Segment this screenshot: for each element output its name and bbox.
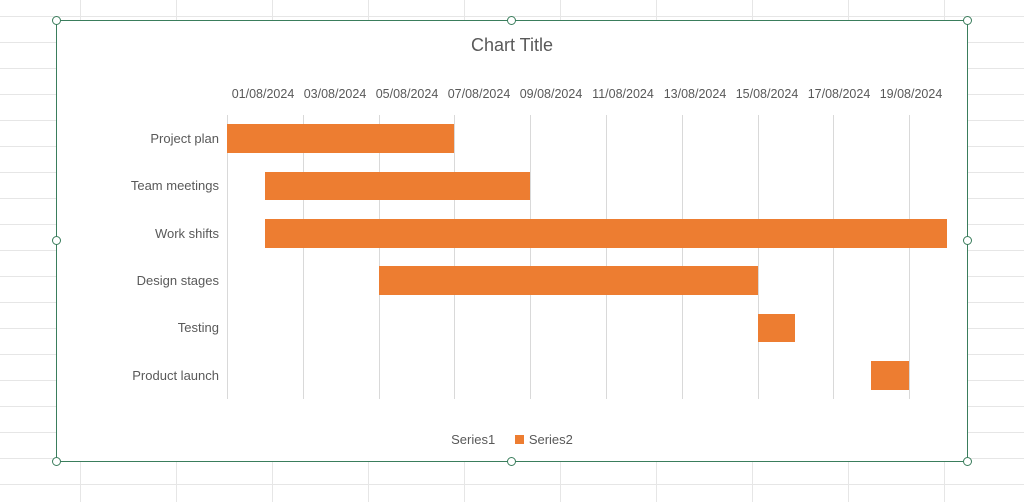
plot-area[interactable]: 01/08/202403/08/202405/08/202407/08/2024… — [227, 81, 947, 399]
gantt-bar[interactable] — [265, 172, 530, 200]
task-row — [227, 352, 947, 399]
gantt-bar[interactable] — [758, 314, 796, 342]
resize-handle-sw[interactable] — [52, 457, 61, 466]
bars-host — [227, 115, 947, 399]
y-category-label: Team meetings — [117, 162, 227, 209]
resize-handle-ne[interactable] — [963, 16, 972, 25]
gantt-bar[interactable] — [227, 124, 454, 152]
task-row — [227, 162, 947, 209]
x-tick-label: 17/08/2024 — [803, 81, 875, 115]
x-tick-label: 05/08/2024 — [371, 81, 443, 115]
x-axis-labels: 01/08/202403/08/202405/08/202407/08/2024… — [227, 81, 947, 115]
x-tick-label: 01/08/2024 — [227, 81, 299, 115]
x-tick-label: 11/08/2024 — [587, 81, 659, 115]
resize-handle-nw[interactable] — [52, 16, 61, 25]
x-tick-label: 13/08/2024 — [659, 81, 731, 115]
gantt-bar[interactable] — [379, 266, 758, 294]
chart-title[interactable]: Chart Title — [57, 21, 967, 73]
task-row — [227, 210, 947, 257]
resize-handle-w[interactable] — [52, 236, 61, 245]
y-category-label: Project plan — [117, 115, 227, 162]
resize-handle-se[interactable] — [963, 457, 972, 466]
legend-item-series2[interactable]: Series2 — [515, 432, 573, 447]
gantt-bar[interactable] — [265, 219, 947, 247]
x-tick-label: 03/08/2024 — [299, 81, 371, 115]
x-tick-label: 19/08/2024 — [875, 81, 947, 115]
resize-handle-n[interactable] — [507, 16, 516, 25]
y-axis-labels: Project planTeam meetingsWork shiftsDesi… — [117, 81, 227, 399]
plot-wrap: Project planTeam meetingsWork shiftsDesi… — [117, 81, 947, 399]
legend-swatch-series2 — [515, 435, 524, 444]
resize-handle-s[interactable] — [507, 457, 516, 466]
x-tick-label: 07/08/2024 — [443, 81, 515, 115]
y-category-label: Testing — [117, 304, 227, 351]
task-row — [227, 115, 947, 162]
task-row — [227, 304, 947, 351]
y-category-label: Design stages — [117, 257, 227, 304]
x-tick-label: 09/08/2024 — [515, 81, 587, 115]
bars-region — [227, 115, 947, 399]
x-tick-label: 15/08/2024 — [731, 81, 803, 115]
resize-handle-e[interactable] — [963, 236, 972, 245]
task-row — [227, 257, 947, 304]
legend-label-series1: Series1 — [451, 432, 495, 447]
y-category-label: Work shifts — [117, 210, 227, 257]
chart-object-frame[interactable]: Chart Title Project planTeam meetingsWor… — [56, 20, 968, 462]
y-category-label: Product launch — [117, 352, 227, 399]
legend-item-series1[interactable]: Series1 — [451, 432, 495, 447]
gantt-bar[interactable] — [871, 361, 909, 389]
chart-legend[interactable]: Series1 Series2 — [57, 432, 967, 447]
legend-label-series2: Series2 — [529, 432, 573, 447]
